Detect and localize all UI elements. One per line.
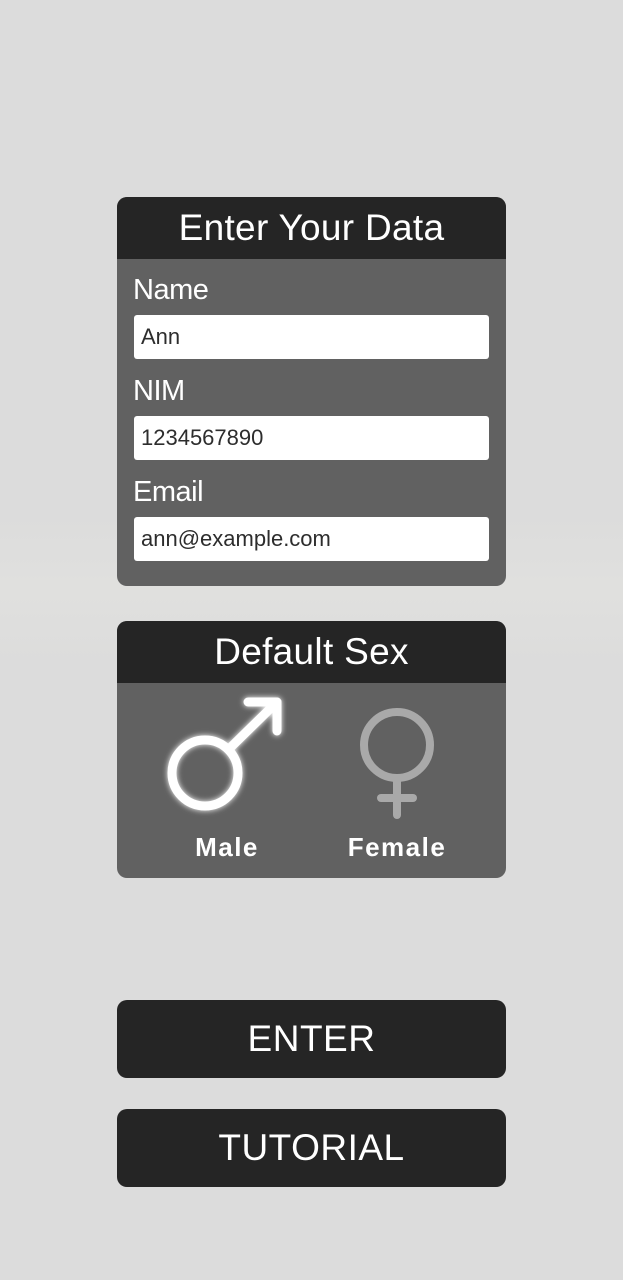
name-input[interactable] xyxy=(134,315,489,359)
email-label: Email xyxy=(133,476,204,508)
female-label: Female xyxy=(347,832,447,862)
nim-input[interactable] xyxy=(134,416,489,460)
male-option-button[interactable]: Male xyxy=(147,683,297,878)
tutorial-button[interactable]: TUTORIAL xyxy=(117,1109,506,1187)
enter-button[interactable]: ENTER xyxy=(117,1000,506,1078)
sex-selector-panel: Default Sex Male Female xyxy=(117,621,506,878)
email-input[interactable] xyxy=(134,517,489,561)
data-panel-title: Enter Your Data xyxy=(117,197,506,259)
sex-panel-title: Default Sex xyxy=(117,621,506,683)
app-screen: Enter Your Data Name NIM Email Default S… xyxy=(0,0,623,1280)
name-label: Name xyxy=(133,274,209,306)
female-option-button[interactable]: Female xyxy=(322,683,472,878)
nim-label: NIM xyxy=(133,375,185,407)
female-symbol-icon xyxy=(360,708,434,819)
data-entry-panel: Enter Your Data Name NIM Email xyxy=(117,197,506,586)
male-symbol-icon xyxy=(167,697,282,811)
male-label: Male xyxy=(195,832,259,862)
